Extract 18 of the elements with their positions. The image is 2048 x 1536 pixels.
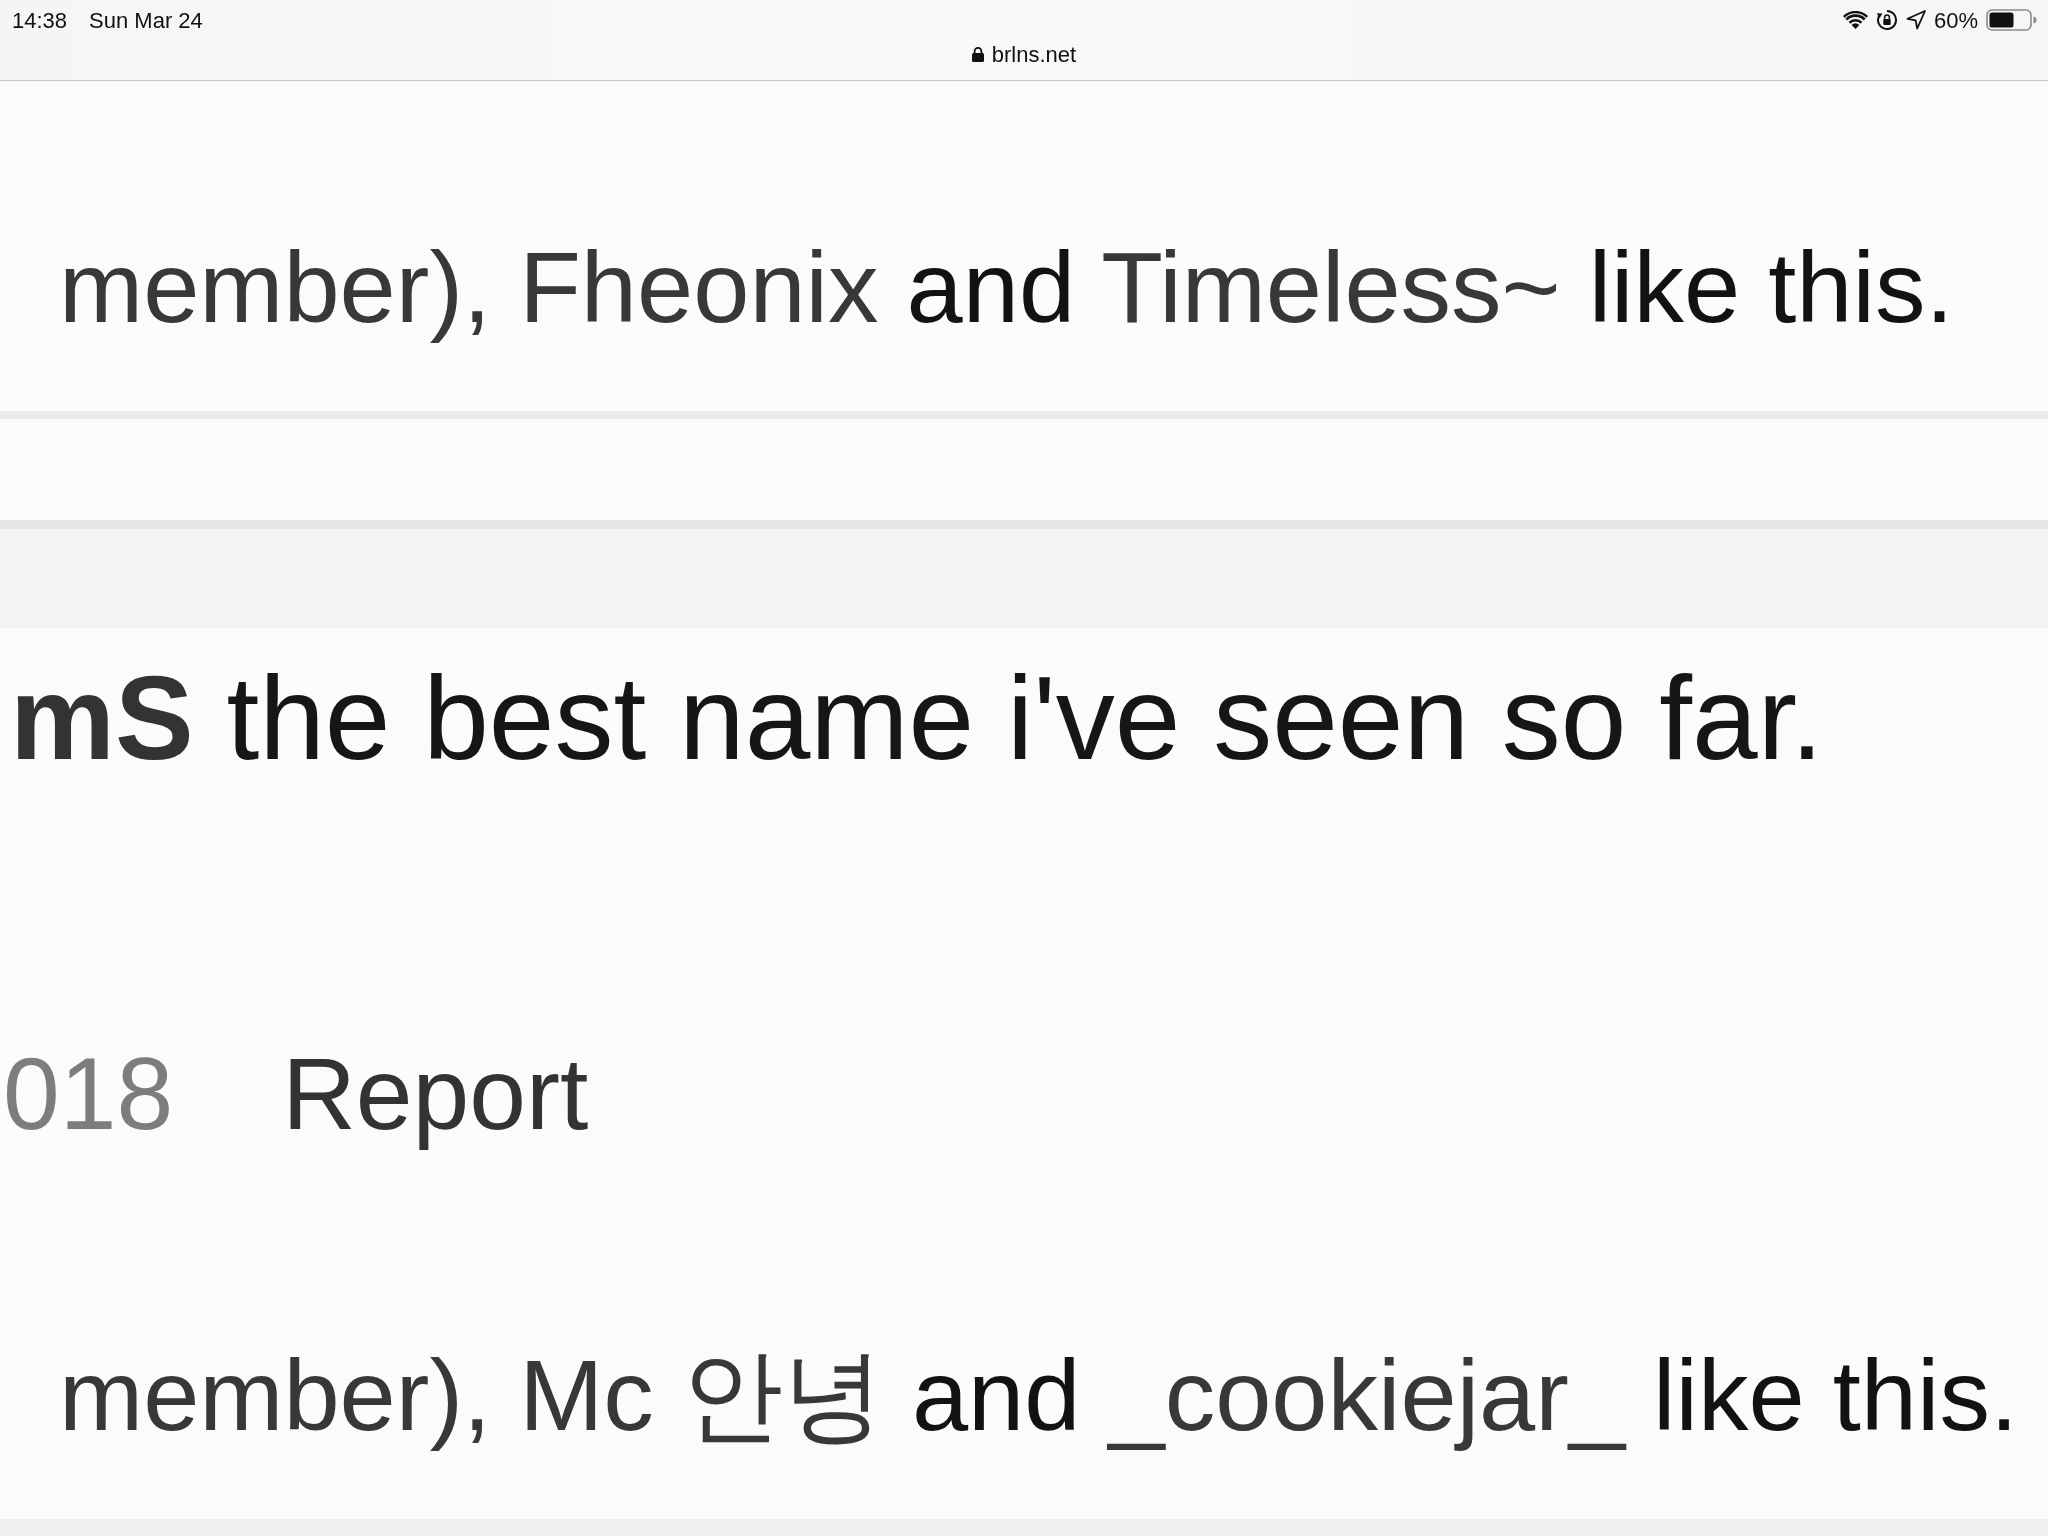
report-link[interactable]: Report <box>282 1032 589 1155</box>
status-time: 14:38 <box>12 6 68 35</box>
location-arrow-icon <box>1905 10 1926 30</box>
user-link[interactable]: Mc 안녕 <box>519 1339 884 1451</box>
message-text: mS the best name i've seen so far. <box>9 651 1825 786</box>
rotation-lock-icon <box>1875 9 1898 31</box>
wifi-icon <box>1842 11 1868 29</box>
status-date: Sun Mar 24 <box>89 6 203 35</box>
likes-text: member), Mc 안녕 and _cookiejar_ like this. <box>58 1338 2019 1453</box>
battery-icon <box>1986 9 2037 31</box>
address-url[interactable]: brlns.net <box>991 37 1077 71</box>
user-link[interactable]: Timeless~ <box>1101 231 1561 343</box>
user-link[interactable]: Fheonix <box>519 231 879 343</box>
lock-icon <box>971 46 984 62</box>
post-date: 018 <box>3 1035 174 1153</box>
battery-percent: 60% <box>1933 6 1978 35</box>
likes-text: member), Fheonix and Timeless~ like this. <box>58 230 1955 345</box>
user-link[interactable]: _cookiejar_ <box>1108 1339 1626 1451</box>
